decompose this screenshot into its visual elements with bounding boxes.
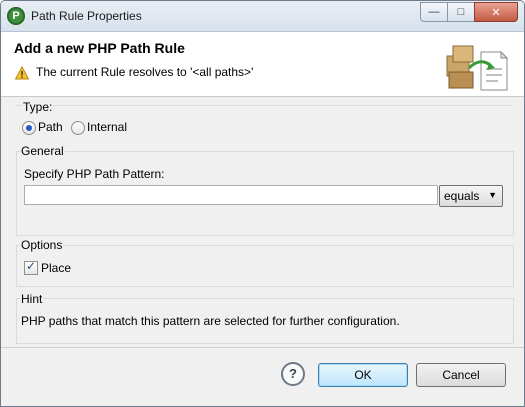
internal-radio-label[interactable]: Internal	[87, 120, 127, 134]
ok-button[interactable]: OK	[318, 363, 408, 387]
window-controls: — □ ✕	[420, 2, 518, 22]
path-radio-label[interactable]: Path	[38, 120, 63, 134]
package-document-icon	[446, 45, 509, 91]
maximize-button[interactable]: □	[447, 2, 475, 22]
close-button[interactable]: ✕	[474, 2, 518, 22]
path-radio[interactable]	[22, 121, 36, 135]
general-group-label: General	[20, 144, 65, 158]
minimize-icon: —	[428, 6, 440, 18]
php-app-icon: P	[7, 7, 25, 25]
hint-text: PHP paths that match this pattern are se…	[21, 314, 400, 328]
internal-radio[interactable]	[71, 121, 85, 135]
title-bar[interactable]: P Path Rule Properties — □ ✕	[1, 1, 524, 32]
dropdown-arrow-icon: ▼	[488, 190, 497, 200]
help-button[interactable]: ?	[281, 362, 305, 386]
options-group-label: Options	[20, 238, 64, 252]
hint-group-label: Hint	[20, 292, 44, 306]
footer-separator	[1, 347, 524, 348]
match-type-value: equals	[444, 189, 480, 203]
header-title: Add a new PHP Path Rule	[14, 40, 185, 56]
close-icon: ✕	[491, 6, 501, 19]
minimize-button[interactable]: —	[420, 2, 448, 22]
type-group-label: Type:	[22, 100, 54, 114]
pattern-label: Specify PHP Path Pattern:	[24, 167, 165, 181]
pattern-input[interactable]	[24, 185, 438, 205]
maximize-icon: □	[457, 6, 465, 18]
header-message: The current Rule resolves to '<all paths…	[36, 65, 254, 79]
place-checkbox[interactable]: ✓	[24, 259, 38, 275]
options-group	[16, 245, 514, 287]
warning-icon	[15, 66, 29, 80]
help-icon: ?	[289, 366, 297, 381]
place-checkbox-label[interactable]: Place	[41, 261, 71, 275]
cancel-button[interactable]: Cancel	[416, 363, 506, 387]
checkmark-icon: ✓	[26, 259, 37, 273]
dialog-header: Add a new PHP Path Rule The current Rule…	[1, 32, 524, 97]
window-title: Path Rule Properties	[31, 9, 142, 23]
match-type-select[interactable]: equals ▼	[439, 185, 503, 207]
dialog-window: P Path Rule Properties — □ ✕ Add a new P…	[0, 0, 525, 407]
